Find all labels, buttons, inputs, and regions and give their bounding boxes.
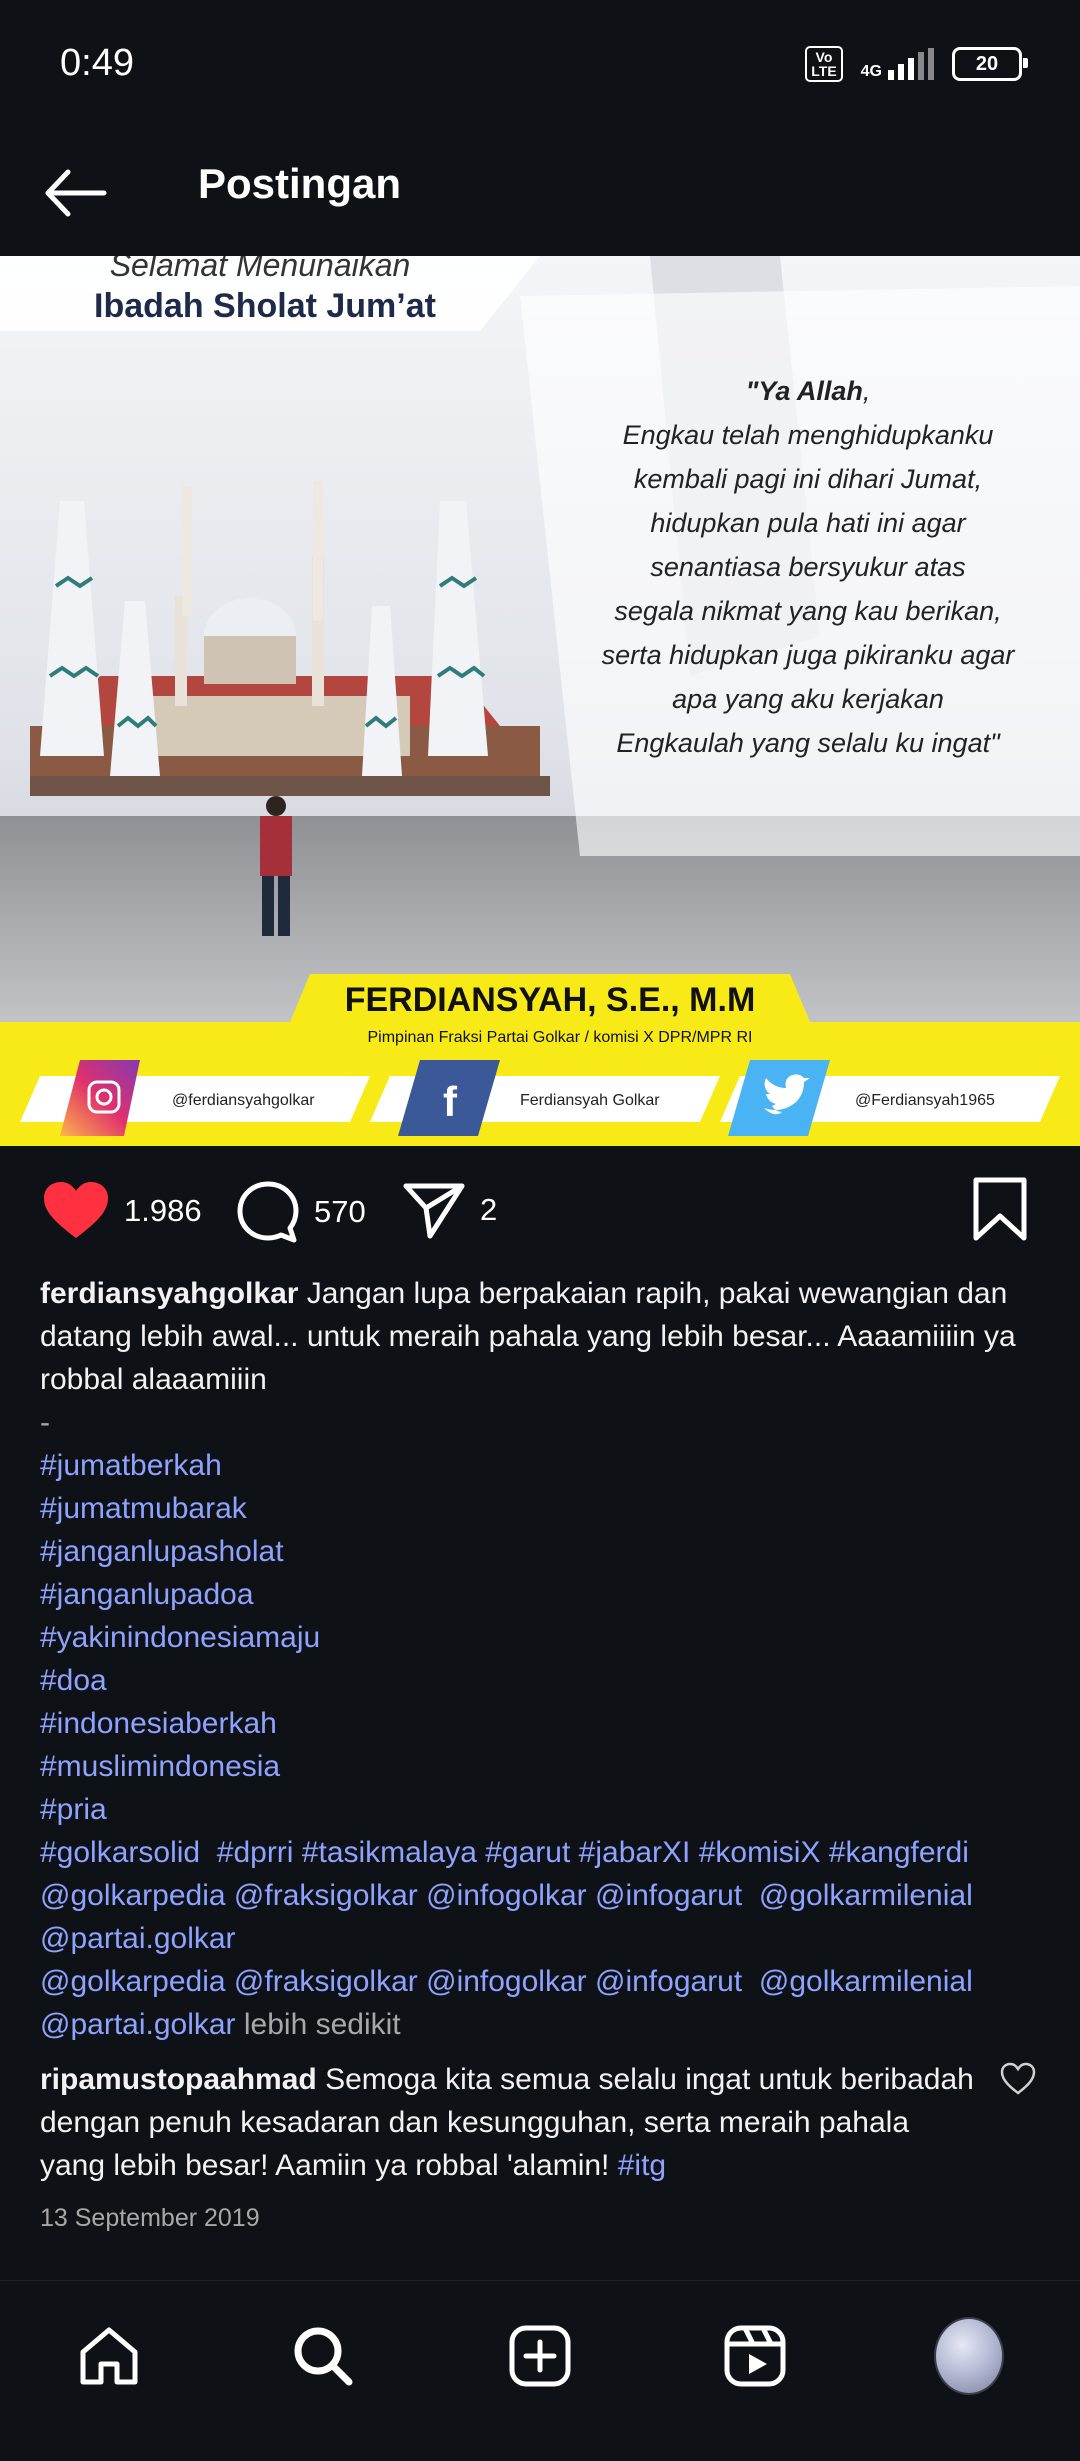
- less-button[interactable]: lebih sedikit: [244, 2008, 401, 2041]
- hashtag[interactable]: #pria: [40, 1788, 1040, 1831]
- mention[interactable]: @golkarpedia: [40, 1965, 226, 1998]
- search-icon: [294, 2327, 353, 2386]
- banner-line1: Selamat Menunaikan: [110, 256, 411, 283]
- nav-home[interactable]: [74, 2321, 144, 2391]
- mention[interactable]: @golkarpedia: [40, 1879, 226, 1912]
- status-bar: 0:49 Vo LTE 4G 20: [0, 0, 1080, 130]
- nav-reels[interactable]: [720, 2321, 790, 2391]
- mention[interactable]: @golkarmilenial: [759, 1879, 973, 1912]
- comment-button[interactable]: 570: [236, 1180, 366, 1244]
- banner-line2: Ibadah Sholat Jum’at: [94, 287, 436, 325]
- facebook-icon: f: [443, 1078, 458, 1125]
- instagram-handle: @ferdiansyahgolkar: [172, 1092, 315, 1109]
- hashtag[interactable]: #doa: [40, 1659, 1040, 1702]
- mention[interactable]: @fraksigolkar: [234, 1965, 418, 1998]
- hashtag[interactable]: #indonesiaberkah: [40, 1702, 1040, 1745]
- mention-line: @golkarpedia @fraksigolkar @infogolkar @…: [40, 1874, 1040, 1917]
- hashtag[interactable]: #dprri: [217, 1836, 294, 1869]
- battery-level: 20: [975, 52, 999, 75]
- author-role: Pimpinan Fraksi Partai Golkar / komisi X…: [368, 1029, 753, 1046]
- mention[interactable]: @infogarut: [595, 1965, 742, 1998]
- home-icon: [80, 2327, 138, 2385]
- quote-line: Engkau telah menghidupkanku: [623, 420, 994, 450]
- quote-line: kembali pagi ini dihari Jumat,: [634, 464, 982, 494]
- hashtag[interactable]: #jabarXI: [579, 1836, 691, 1869]
- caption-username[interactable]: ferdiansyahgolkar: [40, 1277, 298, 1310]
- heart-outline-icon: [1000, 2062, 1036, 2095]
- nav-profile[interactable]: [934, 2317, 1004, 2395]
- mention-line-end: @partai.golkar lebih sedikit: [40, 2003, 1040, 2046]
- signal-icon: [888, 48, 934, 80]
- heart-icon: [44, 1182, 108, 1238]
- mention[interactable]: @infogarut: [595, 1879, 742, 1912]
- quote-line: apa yang aku kerjakan: [672, 684, 944, 714]
- like-button[interactable]: 1.986: [42, 1180, 202, 1242]
- mention[interactable]: @infogolkar: [426, 1879, 587, 1912]
- reels-icon: [724, 2325, 786, 2387]
- nav-create[interactable]: [505, 2321, 575, 2391]
- caption-text-block: ferdiansyahgolkar Jangan lupa berpakaian…: [40, 1272, 1040, 1401]
- quote-line: segala nikmat yang kau berikan,: [614, 596, 1001, 626]
- status-icons: Vo LTE 4G 20: [805, 46, 1028, 82]
- mention[interactable]: @partai.golkar: [40, 2008, 236, 2041]
- mention[interactable]: @golkarmilenial: [759, 1965, 973, 1998]
- post-image-canvas: Selamat Menunaikan Ibadah Sholat Jum’at …: [0, 256, 1080, 1146]
- hashtag[interactable]: #garut: [485, 1836, 570, 1869]
- hashtag[interactable]: #kangferdi: [829, 1836, 969, 1869]
- share-button[interactable]: 2: [402, 1180, 497, 1240]
- hashtag[interactable]: #janganlupadoa: [40, 1573, 1040, 1616]
- comment-item: ripamustopaahmad Semoga kita semua selal…: [40, 2058, 980, 2187]
- hashtag[interactable]: #golkarsolid: [40, 1836, 200, 1869]
- hashtag[interactable]: #itg: [618, 2149, 666, 2182]
- quote-lead: "Ya Allah: [746, 376, 863, 406]
- mention[interactable]: @infogolkar: [426, 1965, 587, 1998]
- hashtag[interactable]: #janganlupasholat: [40, 1530, 1040, 1573]
- comment-username[interactable]: ripamustopaahmad: [40, 2063, 317, 2096]
- quote-line: senantiasa bersyukur atas: [650, 552, 965, 582]
- arrow-left-icon: [45, 169, 107, 217]
- post-actions: 1.986 570 2: [0, 1170, 1080, 1256]
- post-image[interactable]: Selamat Menunaikan Ibadah Sholat Jum’at …: [0, 256, 1080, 1146]
- avatar: [934, 2317, 1004, 2395]
- hashtag[interactable]: #muslimindonesia: [40, 1745, 1040, 1788]
- back-button[interactable]: [40, 158, 110, 228]
- mention-line: @golkarpedia @fraksigolkar @infogolkar @…: [40, 1960, 1040, 2003]
- facebook-name: Ferdiansyah Golkar: [520, 1092, 660, 1109]
- save-button[interactable]: [972, 1176, 1028, 1247]
- network-type: 4G: [860, 63, 882, 80]
- bottom-navigation: [0, 2280, 1080, 2461]
- volte-icon: Vo LTE: [805, 46, 843, 82]
- author-name: FERDIANSYAH, S.E., M.M: [345, 981, 756, 1019]
- page-title: Postingan: [198, 160, 402, 207]
- twitter-handle: @Ferdiansyah1965: [855, 1092, 995, 1109]
- like-count: 1.986: [124, 1193, 202, 1228]
- post-caption: ferdiansyahgolkar Jangan lupa berpakaian…: [40, 1272, 1040, 2046]
- status-time: 0:49: [60, 42, 134, 84]
- nav-search[interactable]: [288, 2321, 358, 2391]
- send-icon: [403, 1183, 465, 1239]
- comment-icon: [237, 1181, 299, 1243]
- hashtag[interactable]: #yakinindonesiamaju: [40, 1616, 1040, 1659]
- comment-like-button[interactable]: [1000, 2062, 1036, 2098]
- post-date: 13 September 2019: [40, 2204, 260, 2232]
- mention[interactable]: @fraksigolkar: [234, 1879, 418, 1912]
- comment-count: 570: [314, 1194, 366, 1229]
- hashtag[interactable]: #tasikmalaya: [302, 1836, 477, 1869]
- quote-line: serta hidupkan juga pikiranku agar: [602, 640, 1016, 670]
- quote-first-line: "Ya Allah,: [746, 376, 871, 406]
- quote-comma: ,: [863, 376, 871, 406]
- add-post-icon: [509, 2325, 571, 2387]
- quote-line: hidupkan pula hati ini agar: [650, 508, 966, 538]
- hashtag[interactable]: #komisiX: [699, 1836, 821, 1869]
- top-app-bar: Postingan: [0, 130, 1080, 256]
- mention[interactable]: @partai.golkar: [40, 1917, 1040, 1960]
- hashtag-line: #golkarsolid #dprri #tasikmalaya #garut …: [40, 1831, 1040, 1874]
- battery-icon: 20: [952, 47, 1028, 81]
- hashtag[interactable]: #jumatmubarak: [40, 1487, 1040, 1530]
- hashtag[interactable]: #jumatberkah: [40, 1444, 1040, 1487]
- quote-line: Engkaulah yang selalu ku ingat": [616, 728, 1001, 758]
- caption-dash: -: [40, 1406, 50, 1439]
- bookmark-icon: [973, 1177, 1027, 1241]
- share-count: 2: [480, 1192, 498, 1227]
